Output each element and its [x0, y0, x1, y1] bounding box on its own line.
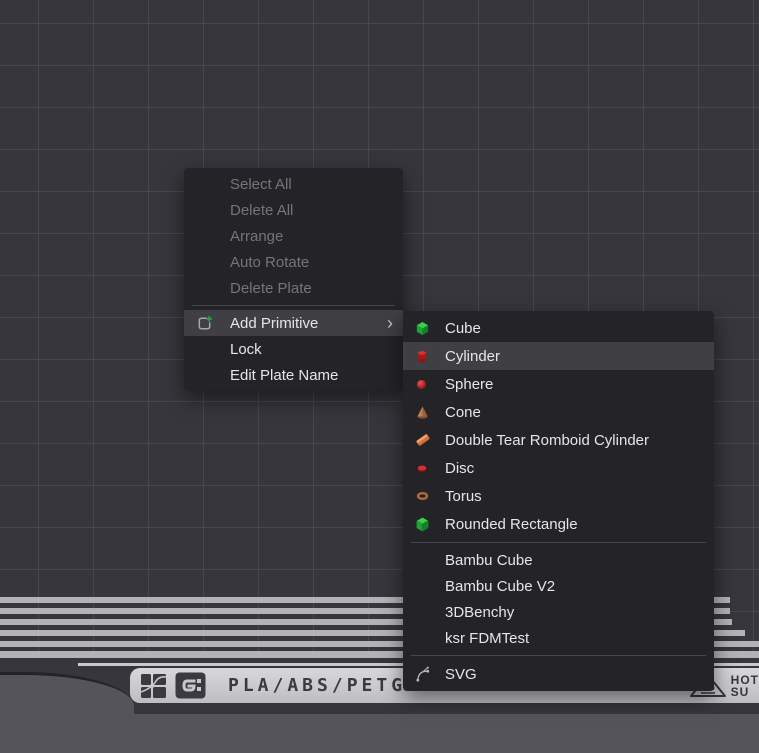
- menu-item-label: Cylinder: [445, 348, 704, 365]
- menu-item-label: ksr FDMTest: [445, 630, 704, 647]
- menu-item-select-all[interactable]: Select All: [184, 171, 403, 197]
- rounded-cube-icon: [415, 517, 445, 532]
- menu-item-disc[interactable]: Disc: [403, 454, 714, 482]
- menu-item-label: Arrange: [230, 228, 393, 245]
- menu-item-cone[interactable]: Cone: [403, 398, 714, 426]
- tilted-cylinder-icon: [415, 432, 445, 448]
- menu-item-label: Cone: [445, 404, 704, 421]
- menu-item-label: Bambu Cube V2: [445, 578, 704, 595]
- outside-plate-area: [0, 714, 759, 753]
- menu-item-3dbenchy[interactable]: 3DBenchy: [403, 599, 714, 625]
- menu-item-cylinder[interactable]: Cylinder: [403, 342, 714, 370]
- primitive-submenu: Cube Cylinder Sphere Cone Double Tear Ro…: [403, 311, 714, 691]
- menu-item-label: Rounded Rectangle: [445, 516, 704, 533]
- menu-item-label: Add Primitive: [230, 315, 379, 332]
- menu-item-label: 3DBenchy: [445, 604, 704, 621]
- menu-item-add-primitive[interactable]: Add Primitive ›: [184, 310, 403, 336]
- cone-icon: [415, 405, 445, 420]
- menu-item-torus[interactable]: Torus: [403, 482, 714, 510]
- menu-item-label: Double Tear Romboid Cylinder: [445, 432, 704, 449]
- cube-icon: [415, 321, 445, 336]
- menu-item-svg[interactable]: SVG: [403, 660, 714, 688]
- hot-surface-warning-text: HOT SU: [731, 674, 759, 698]
- menu-item-arrange[interactable]: Arrange: [184, 223, 403, 249]
- plate-grid-logo-icon: [140, 673, 168, 699]
- menu-item-label: Cube: [445, 320, 704, 337]
- menu-item-rounded-rectangle[interactable]: Rounded Rectangle: [403, 510, 714, 538]
- plate-g-logo-icon: [175, 672, 206, 699]
- menu-item-label: Auto Rotate: [230, 254, 393, 271]
- disc-icon: [415, 462, 445, 474]
- menu-item-cube[interactable]: Cube: [403, 314, 714, 342]
- cylinder-icon: [415, 349, 445, 364]
- menu-item-label: Torus: [445, 488, 704, 505]
- menu-separator: [411, 655, 706, 656]
- context-menu: Select All Delete All Arrange Auto Rotate De…: [184, 168, 403, 391]
- menu-item-label: Delete Plate: [230, 280, 393, 297]
- menu-item-label: Select All: [230, 176, 393, 193]
- menu-separator: [192, 305, 395, 306]
- submenu-arrow-icon: ›: [387, 314, 393, 332]
- torus-icon: [415, 490, 445, 502]
- material-label: PLA/ABS/PETG: [228, 675, 406, 696]
- menu-item-ksr-fdmtest[interactable]: ksr FDMTest: [403, 625, 714, 651]
- menu-item-label: Sphere: [445, 376, 704, 393]
- menu-item-delete-all[interactable]: Delete All: [184, 197, 403, 223]
- menu-item-label: SVG: [445, 666, 704, 683]
- slicer-viewport-screen: PLA/ABS/PETG HOT SU Select All Delete All…: [0, 0, 759, 753]
- menu-item-double-tear-romboid-cylinder[interactable]: Double Tear Romboid Cylinder: [403, 426, 714, 454]
- menu-item-label: Bambu Cube: [445, 552, 704, 569]
- menu-item-bambu-cube[interactable]: Bambu Cube: [403, 547, 714, 573]
- svg-bezier-icon: [415, 666, 445, 683]
- menu-item-label: Edit Plate Name: [230, 367, 393, 384]
- menu-item-delete-plate[interactable]: Delete Plate: [184, 275, 403, 301]
- menu-separator: [411, 542, 706, 543]
- menu-item-lock[interactable]: Lock: [184, 336, 403, 362]
- menu-item-label: Delete All: [230, 202, 393, 219]
- menu-item-edit-plate-name[interactable]: Edit Plate Name: [184, 362, 403, 388]
- menu-item-label: Disc: [445, 460, 704, 477]
- menu-item-label: Lock: [230, 341, 393, 358]
- add-primitive-icon: [196, 315, 230, 332]
- menu-item-bambu-cube-v2[interactable]: Bambu Cube V2: [403, 573, 714, 599]
- sphere-icon: [415, 378, 445, 391]
- menu-item-sphere[interactable]: Sphere: [403, 370, 714, 398]
- menu-item-auto-rotate[interactable]: Auto Rotate: [184, 249, 403, 275]
